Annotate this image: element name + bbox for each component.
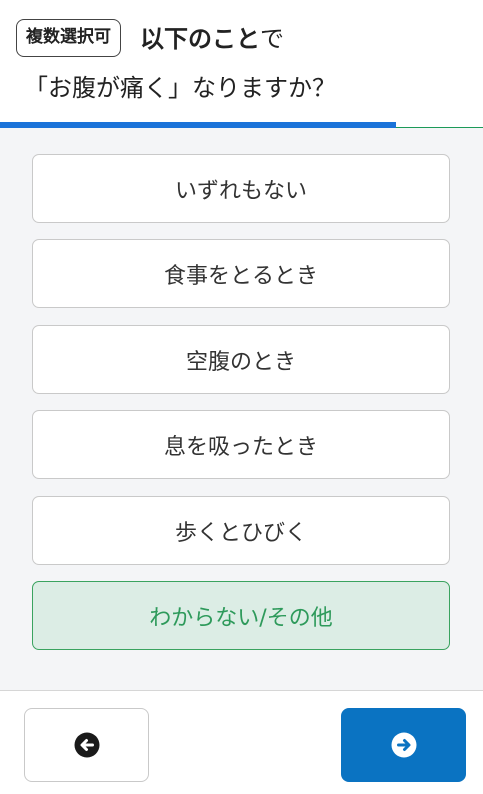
question-title-bold: 以下のこと [140, 25, 260, 53]
options-list: いずれもない 食事をとるとき 空腹のとき 息を吸ったとき 歩くとひびく わからな… [0, 128, 483, 690]
question-title: 以下のことで [140, 22, 284, 56]
option-when-inhaling[interactable]: 息を吸ったとき [32, 410, 450, 479]
option-unknown-other[interactable]: わからない/その他 [32, 581, 450, 650]
arrow-left-circle-icon [74, 732, 100, 758]
navigation-footer [0, 690, 483, 794]
option-label: 食事をとるとき [163, 263, 318, 289]
option-when-eating[interactable]: 食事をとるとき [32, 239, 450, 308]
option-none[interactable]: いずれもない [32, 154, 450, 223]
option-label: 息を吸ったとき [163, 434, 318, 460]
multi-select-badge: 複数選択可 [16, 19, 121, 57]
option-label: わからない/その他 [149, 605, 333, 631]
option-label: いずれもない [174, 178, 307, 204]
option-label: 歩くとひびく [174, 520, 307, 546]
question-header: 複数選択可 以下のことで 「お腹が痛く」なりますか？ [0, 0, 483, 122]
option-label: 空腹のとき [185, 349, 296, 375]
option-walking-jolts[interactable]: 歩くとひびく [32, 496, 450, 565]
option-when-hungry[interactable]: 空腹のとき [32, 325, 450, 394]
next-button[interactable] [341, 708, 466, 782]
back-button[interactable] [24, 708, 149, 782]
arrow-right-circle-icon [391, 732, 417, 758]
question-title-suffix: で [260, 25, 284, 53]
question-text: 「お腹が痛く」なりますか？ [24, 74, 336, 102]
